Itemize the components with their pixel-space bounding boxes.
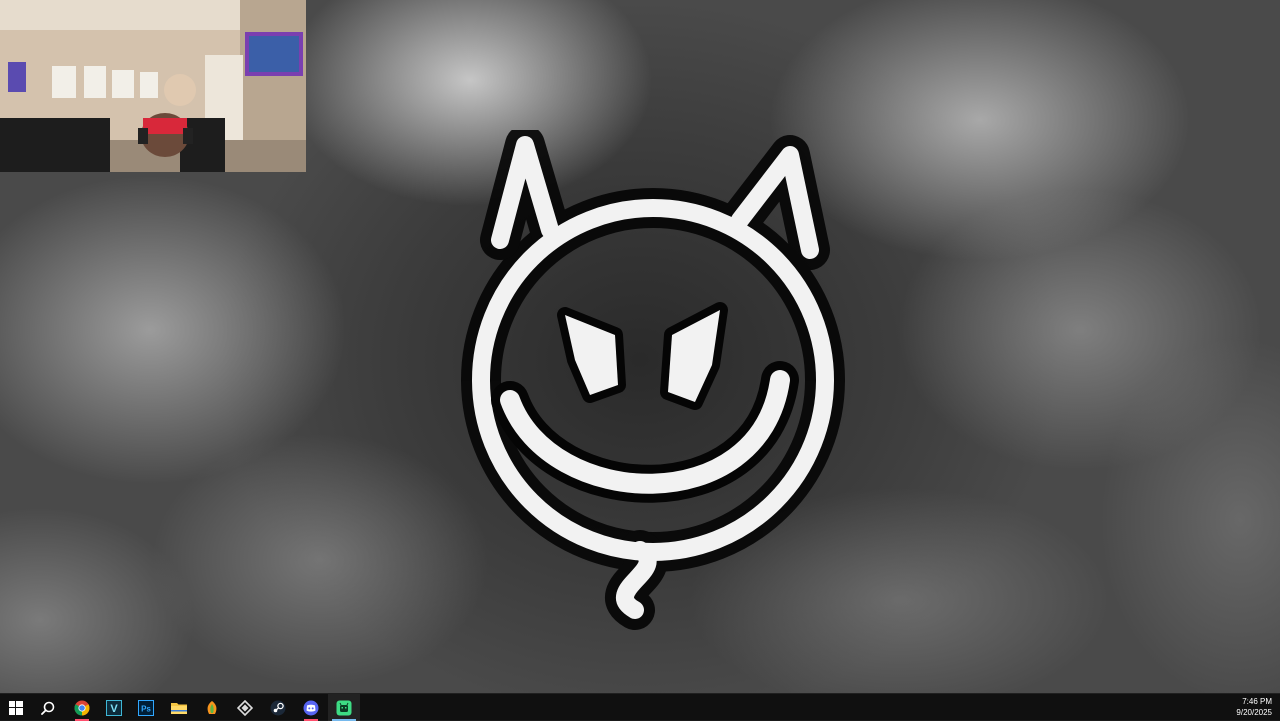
start-button[interactable] [0, 694, 32, 721]
v-app[interactable]: V [98, 694, 130, 721]
webcam-overlay [0, 0, 306, 172]
diamond-app-icon [237, 699, 253, 716]
fl-studio-app[interactable] [196, 694, 228, 721]
clock-date: 9/20/2025 [1236, 708, 1272, 717]
steam-icon [270, 700, 286, 715]
photoshop-icon: Ps [138, 699, 154, 716]
chrome-icon [74, 700, 90, 715]
file-explorer-app[interactable] [163, 694, 195, 721]
chrome-app[interactable] [66, 694, 98, 721]
discord-icon [303, 700, 319, 715]
windows-logo-icon [9, 700, 23, 715]
svg-text:Ps: Ps [141, 704, 151, 713]
fl-studio-icon [207, 700, 217, 714]
steam-app[interactable] [262, 694, 294, 721]
system-clock[interactable]: 7:46 PM 9/20/2025 [1212, 696, 1272, 718]
webcam-feed [0, 0, 306, 172]
svg-text:V: V [110, 703, 118, 715]
taskbar: V Ps 7:46 PM 9/20/2025 [0, 693, 1280, 721]
folder-icon [171, 702, 187, 714]
search-button[interactable] [32, 694, 64, 721]
search-icon [41, 701, 55, 715]
app-diamond[interactable] [229, 694, 261, 721]
discord-canary-app[interactable] [295, 694, 327, 721]
photoshop-app[interactable]: Ps [130, 694, 162, 721]
v-app-icon: V [106, 699, 122, 716]
android-app[interactable] [328, 694, 360, 721]
clock-time: 7:46 PM [1242, 697, 1272, 706]
android-app-icon [336, 700, 352, 715]
devil-smiley-logo [461, 130, 845, 630]
